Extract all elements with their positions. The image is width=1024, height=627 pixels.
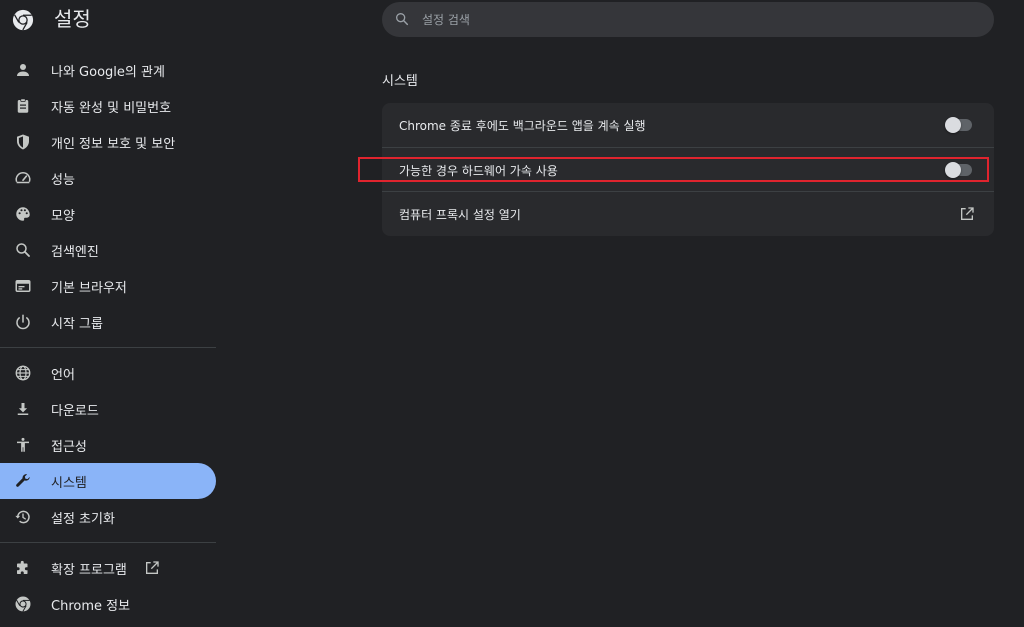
sidebar-divider: [0, 542, 216, 543]
sidebar-item-label: 설정 초기화: [51, 511, 115, 527]
search-box[interactable]: [382, 2, 994, 37]
sidebar-item-label: 접근성: [51, 439, 87, 455]
sidebar-item-label: 확장 프로그램: [51, 562, 127, 578]
download-icon: [17, 403, 29, 415]
search-input[interactable]: [422, 2, 962, 37]
sidebar-item-label: 기본 브라우저: [51, 280, 127, 296]
sidebar-item-label: Chrome 정보: [51, 598, 131, 614]
sidebar-item-reset-settings[interactable]: 설정 초기화: [0, 499, 216, 535]
sidebar-item-system[interactable]: 시스템: [0, 463, 216, 499]
person-icon: [17, 64, 29, 76]
sidebar-item-label: 언어: [51, 367, 75, 383]
setting-label: 컴퓨터 프록시 설정 열기: [399, 208, 521, 222]
chrome-icon: [15, 596, 31, 612]
sidebar-item-label: 다운로드: [51, 403, 99, 419]
background-apps-toggle[interactable]: [945, 117, 972, 133]
sidebar-item-label: 나와 Google의 관계: [51, 64, 165, 80]
setting-row-proxy-settings[interactable]: 컴퓨터 프록시 설정 열기: [382, 191, 994, 236]
browser-icon: [15, 280, 31, 292]
palette-icon: [16, 207, 30, 221]
sidebar-item-label: 검색엔진: [51, 244, 99, 260]
sidebar-item-about-chrome[interactable]: Chrome 정보: [0, 586, 216, 622]
open-in-new-icon[interactable]: [959, 206, 975, 222]
restore-icon: [15, 510, 30, 524]
sidebar-item-label: 개인 정보 보호 및 보안: [51, 136, 176, 152]
shield-icon: [17, 134, 29, 150]
sidebar-item-languages[interactable]: 언어: [0, 355, 216, 391]
sidebar-item-label: 자동 완성 및 비밀번호: [51, 100, 172, 116]
sidebar-item-performance[interactable]: 성능: [0, 160, 216, 196]
search-icon: [16, 243, 30, 257]
sidebar-item-privacy[interactable]: 개인 정보 보호 및 보안: [0, 124, 216, 160]
setting-row-background-apps[interactable]: Chrome 종료 후에도 백그라운드 앱을 계속 실행: [382, 103, 994, 147]
sidebar-divider: [0, 347, 216, 348]
sidebar-item-downloads[interactable]: 다운로드: [0, 391, 216, 427]
sidebar-item-on-startup[interactable]: 시작 그룹: [0, 304, 216, 340]
sidebar-item-you-and-google[interactable]: 나와 Google의 관계: [0, 52, 216, 88]
page-title: 설정: [54, 7, 91, 31]
search-icon: [396, 12, 409, 26]
wrench-icon: [16, 474, 30, 487]
globe-icon: [15, 365, 31, 381]
sidebar-item-label: 시스템: [51, 475, 87, 491]
sidebar-item-default-browser[interactable]: 기본 브라우저: [0, 268, 216, 304]
toggle-knob: [945, 117, 961, 133]
puzzle-icon: [17, 560, 28, 574]
accessibility-icon: [17, 437, 29, 452]
open-in-new-icon: [146, 561, 159, 574]
sidebar-item-label: 성능: [51, 172, 75, 188]
sidebar-item-autofill[interactable]: 자동 완성 및 비밀번호: [0, 88, 216, 124]
highlight-annotation-box: [358, 157, 989, 182]
header: 설정: [0, 0, 1024, 44]
section-title: 시스템: [382, 74, 418, 89]
speedometer-icon: [15, 172, 31, 184]
chrome-logo-icon: [12, 9, 34, 31]
sidebar-item-extensions[interactable]: 확장 프로그램: [0, 550, 216, 586]
sidebar-item-label: 시작 그룹: [51, 316, 103, 332]
sidebar-item-search-engine[interactable]: 검색엔진: [0, 232, 216, 268]
setting-label: Chrome 종료 후에도 백그라운드 앱을 계속 실행: [399, 119, 646, 133]
settings-app: 설정 나와 Google의 관계 자동 완성 및 비밀번호: [0, 0, 1024, 627]
clipboard-icon: [17, 98, 29, 113]
sidebar: 나와 Google의 관계 자동 완성 및 비밀번호 개인 정보 보호 및 보안: [0, 52, 218, 622]
sidebar-item-appearance[interactable]: 모양: [0, 196, 216, 232]
sidebar-item-label: 모양: [51, 208, 75, 224]
power-icon: [16, 314, 30, 330]
sidebar-item-accessibility[interactable]: 접근성: [0, 427, 216, 463]
